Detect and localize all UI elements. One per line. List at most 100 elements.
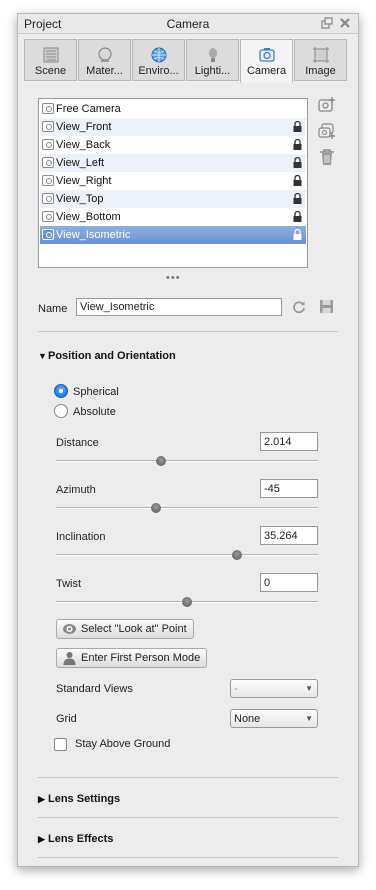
tab-image[interactable]: Image bbox=[294, 39, 347, 81]
absolute-radio[interactable] bbox=[54, 404, 68, 418]
camera-icon bbox=[42, 175, 54, 186]
chevron-right-icon: ▶ bbox=[38, 834, 45, 844]
camera-icon bbox=[42, 193, 54, 204]
camera-name-field[interactable]: View_Isometric bbox=[76, 298, 282, 316]
panel-titlebar: Project Camera bbox=[18, 14, 358, 34]
chevron-down-icon: ▼ bbox=[305, 714, 313, 723]
camera-list-item[interactable]: Free Camera bbox=[40, 100, 306, 118]
camera-list-item[interactable]: View_Front bbox=[40, 118, 306, 136]
tab-label: Scene bbox=[34, 65, 67, 77]
camera-icon bbox=[42, 157, 54, 168]
section-title: Lens Settings bbox=[48, 793, 121, 805]
trash-icon[interactable] bbox=[318, 148, 336, 166]
inclination-field[interactable]: 35.264 bbox=[260, 526, 318, 545]
close-icon[interactable] bbox=[339, 17, 351, 32]
grid-label: Grid bbox=[56, 713, 77, 725]
standard-views-label: Standard Views bbox=[56, 683, 133, 695]
camera-list-item[interactable]: View_Left bbox=[40, 154, 306, 172]
environment-globe-icon bbox=[150, 46, 168, 64]
divider bbox=[38, 817, 338, 818]
inclination-label: Inclination bbox=[56, 531, 106, 543]
tab-materials[interactable]: Mater... bbox=[78, 39, 131, 81]
divider bbox=[38, 777, 338, 778]
distance-field[interactable]: 2.014 bbox=[260, 432, 318, 451]
azimuth-slider-track[interactable] bbox=[56, 507, 318, 509]
lock-icon[interactable] bbox=[293, 157, 302, 168]
distance-slider-track[interactable] bbox=[56, 460, 318, 462]
camera-list[interactable]: Free Camera View_Front View_Back View_Le… bbox=[38, 98, 308, 268]
tab-label: Camera bbox=[246, 65, 287, 77]
azimuth-slider-knob[interactable] bbox=[150, 503, 161, 513]
divider bbox=[38, 857, 338, 858]
distance-label: Distance bbox=[56, 437, 99, 449]
camera-icon bbox=[42, 139, 54, 150]
chevron-down-icon: ▼ bbox=[305, 684, 313, 693]
standard-views-select[interactable]: - ▼ bbox=[230, 679, 318, 698]
spherical-radio[interactable] bbox=[54, 384, 68, 398]
camera-name: View_Front bbox=[56, 121, 112, 133]
lock-icon[interactable] bbox=[293, 139, 302, 150]
chevron-down-icon: ▼ bbox=[38, 351, 47, 361]
lens-effects-header[interactable]: ▶ Lens Effects bbox=[38, 833, 113, 845]
position-orientation-header[interactable]: ▼Position and Orientation bbox=[38, 350, 176, 362]
stay-above-ground-label: Stay Above Ground bbox=[75, 738, 171, 750]
distance-slider-knob[interactable] bbox=[155, 456, 166, 466]
camera-name: View_Left bbox=[56, 157, 105, 169]
resize-grip-icon[interactable]: ••• bbox=[166, 272, 181, 284]
twist-field[interactable]: 0 bbox=[260, 573, 318, 592]
tab-scene[interactable]: Scene bbox=[24, 39, 77, 81]
image-frame-icon bbox=[312, 46, 330, 64]
camera-panel: Project Camera Scene Mater... Enviro... … bbox=[17, 13, 359, 867]
spherical-label: Spherical bbox=[73, 386, 119, 398]
undock-icon[interactable] bbox=[321, 17, 333, 32]
refresh-icon[interactable] bbox=[292, 300, 306, 314]
inclination-slider-track[interactable] bbox=[56, 554, 318, 556]
camera-icon bbox=[42, 121, 54, 132]
camera-list-item[interactable]: View_Bottom bbox=[40, 208, 306, 226]
section-title: Position and Orientation bbox=[48, 350, 176, 362]
camera-name: View_Isometric bbox=[56, 229, 131, 241]
person-icon bbox=[63, 652, 76, 665]
lock-icon[interactable] bbox=[293, 229, 302, 240]
select-value: - bbox=[234, 683, 238, 695]
select-look-at-point-button[interactable]: Select "Look at" Point bbox=[56, 619, 194, 639]
tab-environment[interactable]: Enviro... bbox=[132, 39, 185, 81]
button-label: Enter First Person Mode bbox=[81, 652, 201, 664]
tab-camera[interactable]: Camera bbox=[240, 39, 293, 83]
stay-above-ground-checkbox[interactable] bbox=[54, 738, 67, 751]
lock-icon[interactable] bbox=[293, 175, 302, 186]
add-camera-icon[interactable] bbox=[318, 96, 336, 114]
camera-list-item[interactable]: View_Back bbox=[40, 136, 306, 154]
twist-label: Twist bbox=[56, 578, 82, 590]
tab-label: Mater... bbox=[86, 65, 123, 77]
lock-icon[interactable] bbox=[293, 121, 302, 132]
section-title: Lens Effects bbox=[48, 833, 114, 845]
tab-label: Enviro... bbox=[138, 65, 179, 77]
enter-first-person-button[interactable]: Enter First Person Mode bbox=[56, 648, 208, 668]
button-label: Select "Look at" Point bbox=[81, 623, 187, 635]
camera-list-item[interactable]: View_Right bbox=[40, 172, 306, 190]
camera-icon bbox=[258, 46, 276, 64]
select-value: None bbox=[234, 713, 261, 725]
azimuth-field[interactable]: -45 bbox=[260, 479, 318, 498]
lock-icon[interactable] bbox=[293, 211, 302, 222]
lock-icon[interactable] bbox=[293, 193, 302, 204]
twist-slider-knob[interactable] bbox=[182, 597, 192, 607]
tab-lighting[interactable]: Lighti... bbox=[186, 39, 239, 81]
tab-label: Lighti... bbox=[194, 65, 231, 77]
grid-select[interactable]: None ▼ bbox=[230, 709, 318, 728]
lens-settings-header[interactable]: ▶ Lens Settings bbox=[38, 793, 120, 805]
camera-name: View_Back bbox=[56, 139, 111, 151]
tab-label: Image bbox=[305, 65, 336, 77]
material-icon bbox=[96, 46, 114, 64]
camera-icon bbox=[42, 211, 54, 222]
camera-name: View_Top bbox=[56, 193, 104, 205]
save-icon[interactable] bbox=[319, 299, 334, 314]
camera-list-item[interactable]: View_Top bbox=[40, 190, 306, 208]
absolute-label: Absolute bbox=[73, 406, 116, 418]
camera-list-item-selected[interactable]: View_Isometric bbox=[40, 226, 306, 244]
inclination-slider-knob[interactable] bbox=[231, 550, 242, 560]
panel-title: Camera bbox=[166, 17, 210, 31]
camera-name: Free Camera bbox=[56, 103, 121, 115]
duplicate-camera-icon[interactable] bbox=[318, 122, 336, 140]
